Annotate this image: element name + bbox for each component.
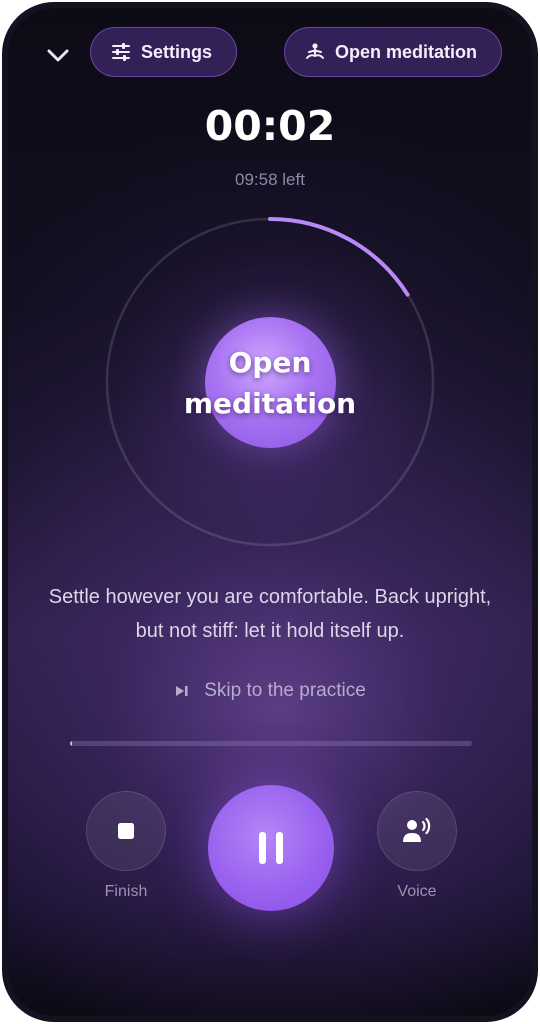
skip-forward-icon — [176, 686, 188, 696]
voice-label: Voice — [397, 883, 437, 900]
elapsed-time: 00:02 — [204, 102, 336, 150]
collapse-button[interactable] — [38, 38, 78, 74]
skip-label: Skip to the practice — [204, 680, 366, 701]
phone-frame: Settings Open meditation 00:02 09:58 lef… — [2, 2, 538, 1022]
progress-ring-arc — [268, 217, 410, 297]
pause-button[interactable] — [208, 785, 334, 911]
voice-button[interactable] — [377, 791, 457, 871]
skip-to-practice-link[interactable]: Skip to the practice — [8, 680, 532, 702]
finish-button[interactable] — [86, 791, 166, 871]
voice-icon — [403, 818, 431, 842]
instruction-text: Settle however you are comfortable. Back… — [48, 586, 492, 642]
meditation-player-screen: Settings Open meditation 00:02 09:58 lef… — [8, 8, 532, 1016]
practice-label: Open meditation — [335, 41, 478, 62]
finish-label: Finish — [104, 883, 148, 900]
pause-icon — [254, 832, 288, 864]
session-progress-bar[interactable] — [70, 741, 472, 746]
stop-icon — [118, 823, 134, 839]
orb-label-line2: meditation — [183, 387, 357, 420]
settings-button[interactable]: Settings — [90, 27, 237, 77]
meditation-icon — [306, 43, 324, 59]
remaining-time: 09:58 left — [235, 170, 305, 189]
orb-label-line1: Open — [228, 346, 312, 379]
orb-label: Open meditation — [138, 342, 402, 424]
chevron-down-icon — [47, 49, 69, 62]
session-progress-fill — [70, 741, 72, 746]
settings-label: Settings — [141, 41, 213, 62]
sliders-icon — [112, 43, 130, 61]
practice-selector-button[interactable]: Open meditation — [284, 27, 502, 77]
